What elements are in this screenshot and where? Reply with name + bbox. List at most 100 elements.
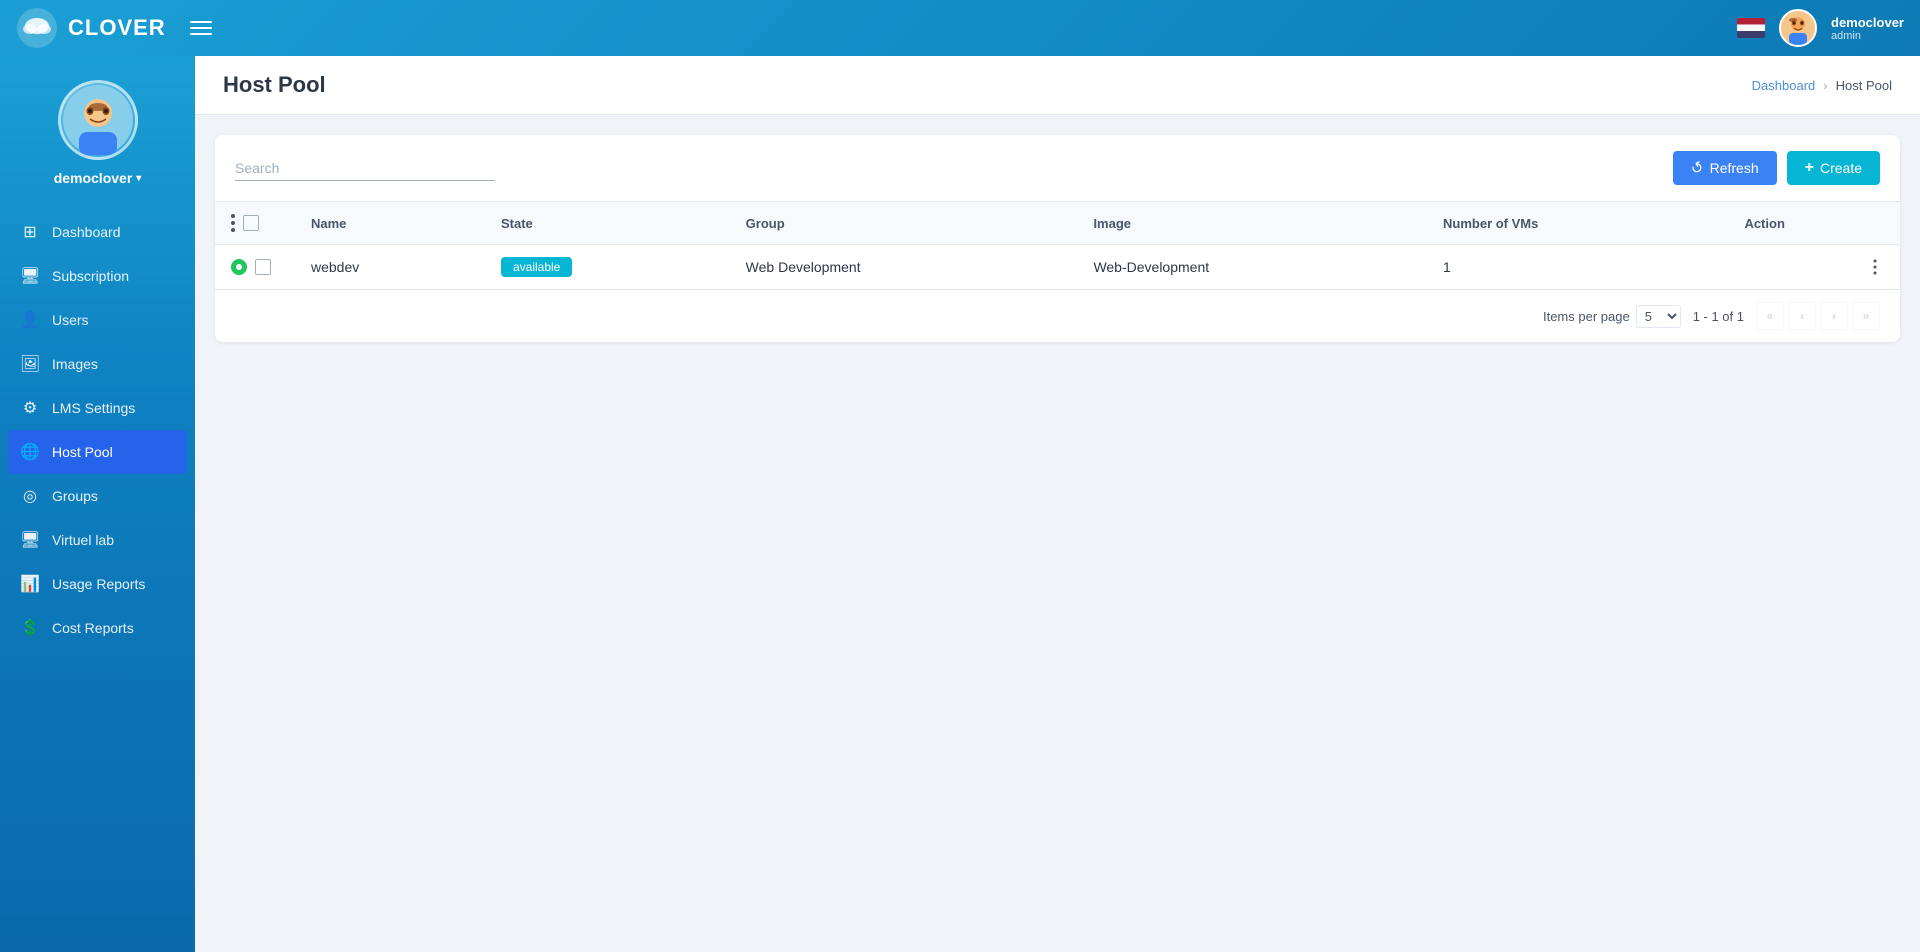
first-page-button[interactable]: « xyxy=(1756,302,1784,330)
sidebar-item-label: Images xyxy=(52,356,98,372)
user-info: democlover admin xyxy=(1831,15,1904,42)
items-per-page: Items per page 5 10 25 50 xyxy=(1543,305,1681,328)
row-num-vms: 1 xyxy=(1427,245,1728,290)
th-group: Group xyxy=(730,202,1078,245)
data-table: Name State Group Image Number of VMs xyxy=(215,202,1900,290)
table-card: ↺ Refresh + Create xyxy=(215,135,1900,342)
last-page-button[interactable]: » xyxy=(1852,302,1880,330)
next-page-button[interactable]: › xyxy=(1820,302,1848,330)
sidebar-nav: ⊞ Dashboard 🖥 Subscription 👤 Users 🖼 Ima… xyxy=(0,202,195,658)
sidebar-item-label: LMS Settings xyxy=(52,400,135,416)
prev-page-button[interactable]: ‹ xyxy=(1788,302,1816,330)
user-name: democlover xyxy=(1831,15,1904,30)
sidebar-profile: democlover ▾ xyxy=(0,56,195,202)
sidebar-item-label: Virtuel lab xyxy=(52,532,114,548)
table-row: webdev available Web Development Web-Dev… xyxy=(215,245,1900,290)
hamburger-menu[interactable] xyxy=(186,17,216,39)
toolbar-actions: ↺ Refresh + Create xyxy=(1673,151,1880,185)
logo-icon xyxy=(16,7,58,49)
sidebar-item-label: Users xyxy=(52,312,89,328)
sidebar-item-groups[interactable]: ◎ Groups xyxy=(0,474,195,518)
sidebar-caret: ▾ xyxy=(136,173,141,184)
breadcrumb-separator: › xyxy=(1823,78,1827,93)
items-per-page-label: Items per page xyxy=(1543,309,1630,324)
create-button[interactable]: + Create xyxy=(1787,151,1880,185)
user-avatar xyxy=(1779,9,1817,47)
th-action: Action xyxy=(1728,202,1900,245)
sidebar-item-dashboard[interactable]: ⊞ Dashboard xyxy=(0,210,195,254)
th-num-vms: Number of VMs xyxy=(1427,202,1728,245)
page-nav: « ‹ › » xyxy=(1756,302,1880,330)
page-info: 1 - 1 of 1 xyxy=(1693,309,1744,324)
th-name: Name xyxy=(295,202,485,245)
sidebar-item-label: Usage Reports xyxy=(52,576,145,592)
user-role: admin xyxy=(1831,30,1861,42)
sidebar-item-users[interactable]: 👤 Users xyxy=(0,298,195,342)
row-state: available xyxy=(485,245,730,290)
refresh-icon: ↺ xyxy=(1687,157,1707,179)
breadcrumb: Dashboard › Host Pool xyxy=(1752,78,1892,93)
sidebar-item-label: Groups xyxy=(52,488,98,504)
plus-icon: + xyxy=(1805,159,1814,177)
row-name: webdev xyxy=(295,245,485,290)
th-icons xyxy=(215,202,295,245)
sidebar-username[interactable]: democlover ▾ xyxy=(54,170,142,186)
row-status-indicator xyxy=(231,259,247,275)
column-menu-icon[interactable] xyxy=(231,214,235,232)
row-group: Web Development xyxy=(730,245,1078,290)
sidebar-item-label: Subscription xyxy=(52,268,129,284)
usage-reports-icon: 📊 xyxy=(20,574,40,594)
groups-icon: ◎ xyxy=(20,486,40,506)
language-flag[interactable] xyxy=(1737,18,1765,38)
topnav-right: democlover admin xyxy=(1737,9,1904,47)
search-input[interactable] xyxy=(235,156,495,181)
sidebar-item-label: Dashboard xyxy=(52,224,121,240)
main-content: Host Pool Dashboard › Host Pool ↺ Refres… xyxy=(195,56,1920,952)
topnav: CLOVER democlover admin xyxy=(0,0,1920,56)
select-all-checkbox[interactable] xyxy=(243,215,259,231)
more-vert-icon xyxy=(1866,258,1884,276)
page-header: Host Pool Dashboard › Host Pool xyxy=(195,56,1920,115)
sidebar-avatar xyxy=(58,80,138,160)
sidebar-item-cost-reports[interactable]: 💲 Cost Reports xyxy=(0,606,195,650)
cost-reports-icon: 💲 xyxy=(20,618,40,638)
row-icons-cell xyxy=(215,245,295,290)
lms-settings-icon: ⚙ xyxy=(20,398,40,418)
subscription-icon: 🖥 xyxy=(20,266,40,286)
sidebar-item-host-pool[interactable]: 🌐 Host Pool xyxy=(8,430,187,474)
row-action-menu[interactable] xyxy=(1744,258,1884,276)
sidebar-item-usage-reports[interactable]: 📊 Usage Reports xyxy=(0,562,195,606)
sidebar-item-images[interactable]: 🖼 Images xyxy=(0,342,195,386)
dashboard-icon: ⊞ xyxy=(20,222,40,242)
sidebar-item-subscription[interactable]: 🖥 Subscription xyxy=(0,254,195,298)
images-icon: 🖼 xyxy=(20,354,40,374)
sidebar-item-virtuel-lab[interactable]: 🖥 Virtuel lab xyxy=(0,518,195,562)
sidebar-item-label: Host Pool xyxy=(52,444,113,460)
table-body: webdev available Web Development Web-Dev… xyxy=(215,245,1900,290)
sidebar-avatar-image xyxy=(63,85,133,155)
user-avatar-image xyxy=(1781,11,1815,45)
row-checkbox[interactable] xyxy=(255,259,271,275)
host-pool-icon: 🌐 xyxy=(20,442,40,462)
users-icon: 👤 xyxy=(20,310,40,330)
th-image: Image xyxy=(1077,202,1427,245)
table-header: Name State Group Image Number of VMs xyxy=(215,202,1900,245)
th-state: State xyxy=(485,202,730,245)
sidebar: democlover ▾ ⊞ Dashboard 🖥 Subscription … xyxy=(0,56,195,952)
sidebar-item-label: Cost Reports xyxy=(52,620,134,636)
breadcrumb-home[interactable]: Dashboard xyxy=(1752,78,1816,93)
app-name: CLOVER xyxy=(68,15,166,41)
items-per-page-select[interactable]: 5 10 25 50 xyxy=(1636,305,1681,328)
refresh-button[interactable]: ↺ Refresh xyxy=(1673,151,1777,185)
layout: democlover ▾ ⊞ Dashboard 🖥 Subscription … xyxy=(0,56,1920,952)
pagination-bar: Items per page 5 10 25 50 1 - 1 of 1 « ‹… xyxy=(215,290,1900,342)
status-badge: available xyxy=(501,257,572,277)
page-title: Host Pool xyxy=(223,72,326,98)
breadcrumb-current: Host Pool xyxy=(1836,78,1892,93)
sidebar-item-lms-settings[interactable]: ⚙ LMS Settings xyxy=(0,386,195,430)
row-image: Web-Development xyxy=(1077,245,1427,290)
row-action xyxy=(1728,245,1900,290)
virtuel-lab-icon: 🖥 xyxy=(20,530,40,550)
toolbar: ↺ Refresh + Create xyxy=(215,135,1900,202)
logo[interactable]: CLOVER xyxy=(16,7,166,49)
